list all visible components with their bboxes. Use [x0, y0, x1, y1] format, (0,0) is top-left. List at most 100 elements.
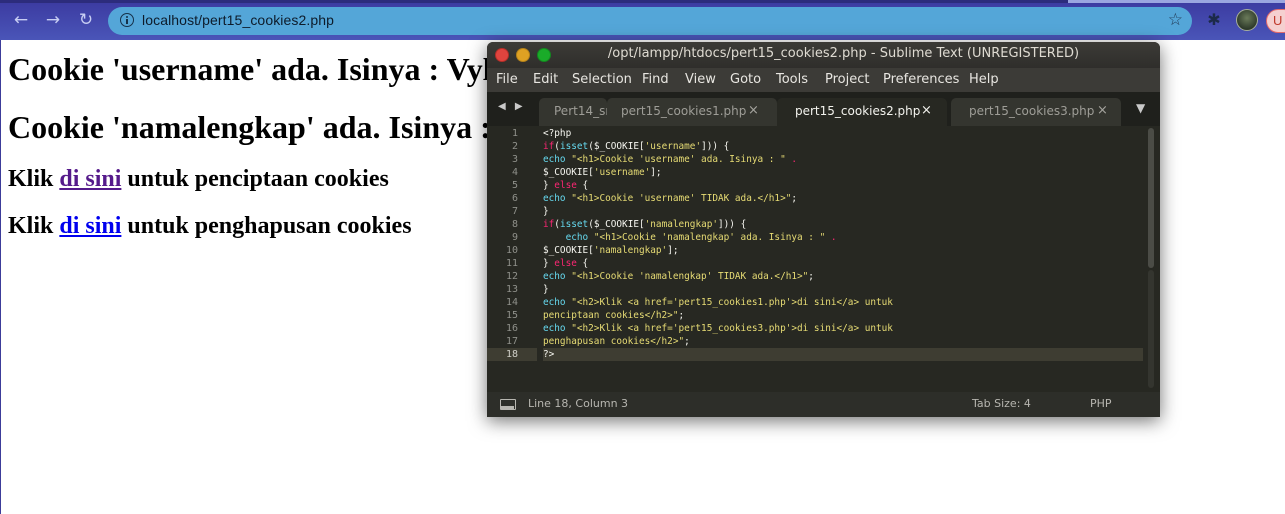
site-info-icon[interactable] — [120, 13, 134, 27]
inactive-tab-edge[interactable] — [1068, 0, 1285, 3]
url-text[interactable]: localhost/pert15_cookies2.php — [142, 12, 334, 28]
code-token: penghapusan cookies</h2>" — [543, 336, 685, 347]
scrollbar-thumb[interactable] — [1148, 128, 1154, 268]
menu-find[interactable]: Find — [642, 72, 669, 87]
editor-window-title: /opt/lampp/htdocs/pert15_cookies2.php - … — [607, 46, 1080, 61]
code-line[interactable]: echo "<h1>Cookie 'username' ada. Isinya … — [543, 153, 797, 166]
code-token: ; — [808, 271, 814, 282]
line-number[interactable]: 9 — [487, 231, 537, 244]
tab-pert15-cookies1[interactable]: pert15_cookies1.php × — [607, 98, 777, 126]
panel-toggle-icon[interactable] — [500, 399, 516, 410]
tab-label: Pert14_sr — [554, 104, 611, 118]
create-suffix: untuk penciptaan cookies — [121, 166, 389, 192]
line-number[interactable]: 8 — [487, 218, 537, 231]
sublime-text-window: /opt/lampp/htdocs/pert15_cookies2.php - … — [487, 42, 1160, 417]
forward-arrow-icon[interactable]: → — [42, 9, 64, 31]
code-line[interactable]: echo "<h2>Klik <a href='pert15_cookies1.… — [543, 296, 893, 309]
line-number[interactable]: 6 — [487, 192, 537, 205]
menu-tools[interactable]: Tools — [776, 72, 808, 87]
line-number[interactable]: 7 — [487, 205, 537, 218]
code-line[interactable]: } else { — [543, 257, 588, 270]
code-editor[interactable]: 1 2 3 4 5 6 7 8 9 10 11 12 13 14 15 16 17 18 <?php if(isse… — [487, 126, 1160, 392]
line-number[interactable]: 16 — [487, 322, 537, 335]
code-token: } — [543, 206, 549, 217]
code-line[interactable]: penciptaan cookies</h2>"; — [543, 309, 684, 322]
line-number[interactable]: 11 — [487, 257, 537, 270]
delete-cookies-line: Klik di sini untuk penghapusan cookies — [8, 213, 412, 240]
line-number[interactable]: 3 — [487, 153, 537, 166]
editor-titlebar[interactable]: /opt/lampp/htdocs/pert15_cookies2.php - … — [487, 42, 1160, 68]
extensions-puzzle-icon[interactable]: ✱ — [1204, 10, 1224, 30]
reload-icon[interactable]: ↻ — [75, 9, 97, 31]
create-cookies-link[interactable]: di sini — [59, 166, 121, 192]
menu-selection[interactable]: Selection — [572, 72, 632, 87]
delete-cookies-link[interactable]: di sini — [59, 213, 121, 239]
code-token: $_COOKIE[ — [543, 245, 594, 256]
line-number[interactable]: 13 — [487, 283, 537, 296]
code-line[interactable]: if(isset($_COOKIE['username'])) { — [543, 140, 729, 153]
line-number[interactable]: 5 — [487, 179, 537, 192]
line-number[interactable]: 12 — [487, 270, 537, 283]
back-arrow-icon[interactable]: ← — [10, 9, 32, 31]
code-token: echo — [543, 154, 566, 165]
tab-pert15-cookies2[interactable]: pert15_cookies2.php × — [777, 98, 947, 126]
menu-project[interactable]: Project — [825, 72, 869, 87]
tab-pert14[interactable]: Pert14_sr — [539, 98, 611, 126]
code-token: "<h1>Cookie 'namalengkap' ada. Isinya : … — [593, 232, 826, 243]
bookmark-star-icon[interactable]: ☆ — [1168, 10, 1183, 30]
code-token: echo — [543, 271, 566, 282]
line-number[interactable]: 10 — [487, 244, 537, 257]
code-line[interactable]: ?> — [543, 348, 1143, 361]
code-line[interactable]: echo "<h1>Cookie 'namalengkap' ada. Isin… — [543, 231, 837, 244]
tab-list-dropdown-icon[interactable]: ▼ — [1136, 101, 1145, 115]
code-token: } — [543, 284, 549, 295]
menu-preferences[interactable]: Preferences — [883, 72, 959, 87]
line-number[interactable]: 17 — [487, 335, 537, 348]
code-line[interactable]: if(isset($_COOKIE['namalengkap'])) { — [543, 218, 746, 231]
code-token: "<h1>Cookie 'username' TIDAK ada.</h1>" — [571, 193, 792, 204]
code-token: penciptaan cookies</h2>" — [543, 310, 679, 321]
menu-edit[interactable]: Edit — [533, 72, 558, 87]
code-line[interactable]: <?php — [543, 127, 571, 140]
menu-goto[interactable]: Goto — [730, 72, 761, 87]
address-bar[interactable]: localhost/pert15_cookies2.php ☆ — [108, 7, 1192, 35]
line-number[interactable]: 2 — [487, 140, 537, 153]
code-token: 'namalengkap' — [644, 219, 719, 230]
code-token: else — [554, 258, 577, 269]
scrollbar-track[interactable] — [1148, 270, 1154, 388]
create-cookies-line: Klik di sini untuk penciptaan cookies — [8, 166, 389, 193]
line-number[interactable]: 14 — [487, 296, 537, 309]
profile-avatar[interactable] — [1236, 9, 1258, 31]
browser-toolbar: ← → ↻ localhost/pert15_cookies2.php ☆ ✱ … — [0, 0, 1285, 40]
code-line[interactable]: echo "<h1>Cookie 'namalengkap' TIDAK ada… — [543, 270, 814, 283]
code-line[interactable]: $_COOKIE['namalengkap']; — [543, 244, 678, 257]
line-number[interactable]: 1 — [487, 127, 537, 140]
line-number[interactable]: 15 — [487, 309, 537, 322]
tab-pert15-cookies3[interactable]: pert15_cookies3.php × — [951, 98, 1121, 126]
line-number[interactable]: 4 — [487, 166, 537, 179]
profile-badge[interactable]: U — [1266, 9, 1285, 33]
menu-help[interactable]: Help — [969, 72, 999, 87]
code-line[interactable]: } else { — [543, 179, 588, 192]
code-line[interactable]: penghapusan cookies</h2>"; — [543, 335, 690, 348]
editor-menubar: File Edit Selection Find View Goto Tools… — [487, 68, 1160, 92]
code-line[interactable]: echo "<h1>Cookie 'username' TIDAK ada.</… — [543, 192, 797, 205]
cursor-position[interactable]: Line 18, Column 3 — [528, 397, 628, 410]
code-line[interactable]: $_COOKIE['username']; — [543, 166, 662, 179]
code-line[interactable]: } — [543, 205, 549, 218]
code-token: if — [543, 219, 555, 230]
code-line[interactable]: } — [543, 283, 549, 296]
tab-close-icon[interactable]: × — [748, 103, 759, 118]
tab-close-icon[interactable]: × — [1097, 103, 1108, 118]
tab-size-indicator[interactable]: Tab Size: 4 — [972, 397, 1031, 410]
menu-view[interactable]: View — [685, 72, 716, 87]
code-line[interactable]: echo "<h2>Klik <a href='pert15_cookies3.… — [543, 322, 893, 335]
code-token: ; — [678, 310, 685, 321]
line-number[interactable]: 18 — [487, 348, 537, 361]
tab-close-icon[interactable]: × — [921, 103, 932, 118]
tab-scroll-arrows-icon[interactable]: ◀ ▶ — [498, 101, 526, 112]
code-token: ; — [791, 193, 798, 204]
menu-file[interactable]: File — [496, 72, 518, 87]
syntax-indicator[interactable]: PHP — [1090, 397, 1112, 410]
